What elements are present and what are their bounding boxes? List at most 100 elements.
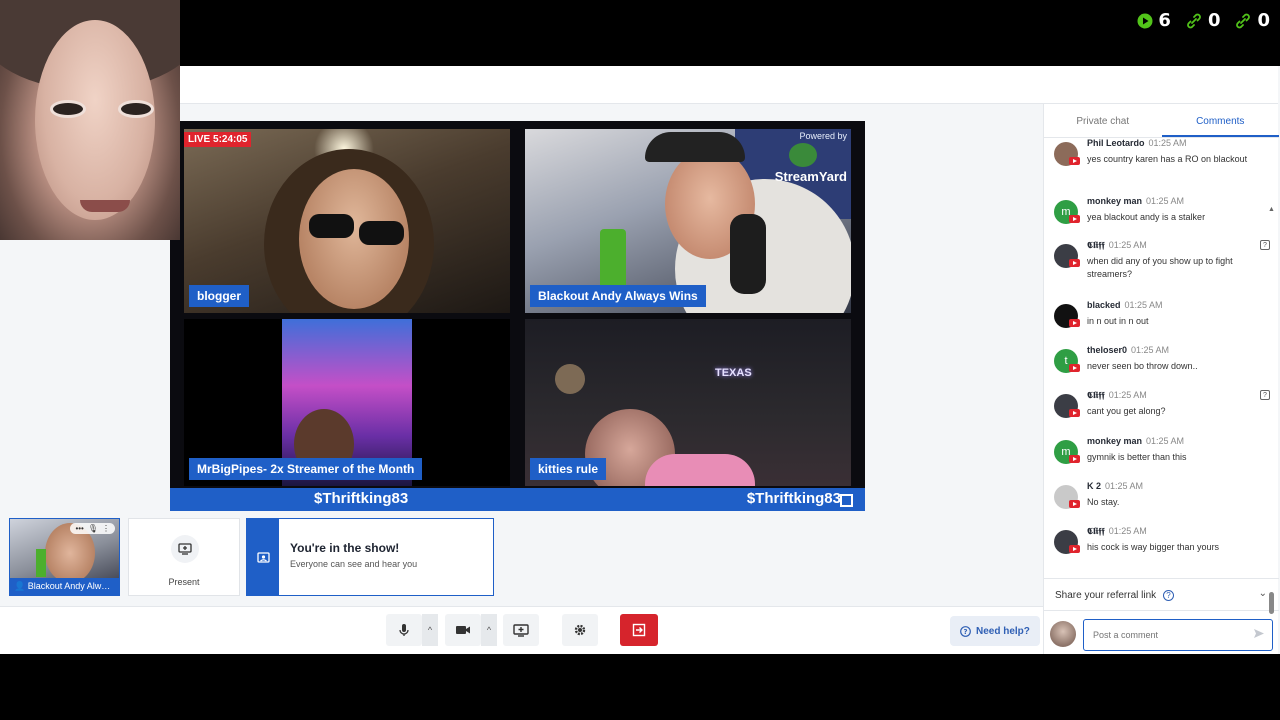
comment-message: No stay. — [1087, 497, 1120, 507]
exit-icon — [632, 623, 646, 637]
comment-meta: monkey man 01:25 AM — [1087, 436, 1184, 446]
comment-message: when did any of you show up to fight str… — [1087, 256, 1233, 279]
mute-button[interactable] — [386, 614, 422, 646]
sunglasses-left — [309, 214, 354, 238]
broadcast-canvas[interactable]: LIVE 5:24:05 blogger Blackout Andy Alway… — [170, 121, 865, 511]
comments-list[interactable]: Phil Leotardo 01:25 AM yes country karen h… — [1044, 138, 1279, 558]
stream-counters: 6 0 0 — [1137, 10, 1270, 31]
tile-name-label: MrBigPipes- 2x Streamer of the Month — [189, 458, 423, 480]
links-counter-1: 0 — [1185, 10, 1221, 31]
present-button[interactable]: Present — [128, 518, 240, 596]
camera-button[interactable] — [445, 614, 481, 646]
mic-icon[interactable]: 🎙 — [88, 524, 98, 533]
streamyard-duck-logo — [789, 143, 817, 167]
comment-message: gymnik is better than this — [1087, 452, 1187, 462]
comment-message: yea blackout andy is a stalker — [1087, 212, 1206, 222]
self-camera-thumbnail[interactable]: ••• 🎙 ⋮ 👤 Blackout Andy Always Wins — [9, 518, 120, 596]
video-tile-mrbigpipes[interactable]: MrBigPipes- 2x Streamer of the Month — [184, 319, 510, 486]
comment-message: never seen bo throw down.. — [1087, 361, 1198, 371]
video-camera-icon — [456, 626, 470, 634]
screen: 6 0 0 LIVE 5:24:05 blogger Blackout Andy… — [0, 0, 1280, 720]
facecam-overlay — [0, 0, 180, 240]
in-show-card: You're in the show! Everyone can see and… — [246, 518, 494, 596]
tile-name-label: kitties rule — [530, 458, 607, 480]
comment-author: 𝕮𝖑𝖎𝖋𝖋 — [1087, 526, 1105, 536]
chevron-down-icon[interactable]: ⌄ — [1259, 588, 1267, 599]
kebab-menu-icon[interactable]: ⋮ — [102, 524, 110, 533]
present-icon-wrap — [171, 535, 199, 563]
self-name-text: Blackout Andy Always Wins — [27, 581, 119, 591]
screen-share-icon — [178, 543, 192, 555]
comment-meta: Phil Leotardo 01:25 AM — [1087, 138, 1187, 148]
video-tile-kitties-rule[interactable]: TEXAS kitties rule — [525, 319, 851, 486]
screen-share-icon — [513, 623, 529, 637]
comment-author: theloser0 — [1087, 345, 1128, 355]
ticker-left-text: $Thriftking83 — [314, 490, 409, 507]
present-label: Present — [168, 577, 200, 587]
gear-icon — [574, 624, 586, 636]
video-tile-blogger[interactable]: blogger — [184, 129, 510, 313]
user-avatar — [1050, 621, 1076, 647]
post-comment-row — [1044, 610, 1279, 654]
chat-tabs: Private chat Comments — [1044, 104, 1279, 138]
settings-button[interactable] — [562, 614, 598, 646]
comment-time: 01:25 AM — [1146, 196, 1185, 206]
help-circle-icon[interactable]: ? — [1162, 590, 1174, 601]
fullscreen-icon[interactable] — [840, 494, 853, 507]
post-comment-input[interactable] — [1083, 619, 1273, 651]
brand-name: StreamYard — [774, 169, 847, 184]
lamp — [555, 364, 585, 394]
send-icon[interactable] — [1253, 628, 1265, 639]
youtube-icon — [1069, 319, 1080, 327]
youtube-icon — [1069, 215, 1080, 223]
referral-label: Share your referral link — [1055, 590, 1157, 601]
referral-row[interactable]: Share your referral link ? ⌄ — [1044, 578, 1279, 606]
play-icon — [1137, 13, 1153, 28]
powered-by-text: Powered by — [799, 131, 847, 141]
leave-studio-button[interactable] — [620, 614, 658, 646]
scroll-up-icon[interactable]: ▲ — [1268, 206, 1275, 213]
youtube-icon — [1069, 157, 1080, 165]
comment-author: blacked — [1087, 300, 1121, 310]
comment-time: 01:25 AM — [1108, 390, 1147, 400]
cap — [645, 132, 745, 162]
facecam-face — [35, 20, 155, 220]
youtube-icon — [1069, 259, 1080, 267]
tab-private-chat[interactable]: Private chat — [1044, 104, 1162, 137]
comment-author: 𝕮𝖑𝖎𝖋𝖋 — [1087, 390, 1105, 400]
comment-time: 01:25 AM — [1108, 240, 1147, 250]
comment-time: 01:25 AM — [1148, 138, 1187, 148]
links-count-2: 0 — [1257, 10, 1270, 31]
youtube-icon — [1069, 455, 1080, 463]
chevron-up-icon: ^ — [486, 625, 492, 635]
comment-meta: monkey man 01:25 AM — [1087, 196, 1184, 206]
microphone — [730, 214, 766, 294]
tab-comments[interactable]: Comments — [1161, 104, 1279, 137]
in-show-subtitle: Everyone can see and hear you — [290, 559, 418, 569]
mic-options-button[interactable]: ^ — [422, 614, 438, 646]
chat-side-panel: Private chat Comments Phil Leotardo 01:25… — [1043, 104, 1279, 654]
comment-message: yes country karen has a RO on blackout — [1087, 154, 1248, 164]
comment-meta: K 2 01:25 AM — [1087, 481, 1143, 491]
comments-scrollbar[interactable]: ▲ — [1268, 206, 1275, 626]
share-screen-button[interactable] — [503, 614, 539, 646]
links-count-1: 0 — [1207, 10, 1221, 31]
link-icon — [1187, 13, 1201, 28]
link-icon — [1236, 13, 1251, 28]
need-help-button[interactable]: ? Need help? — [950, 616, 1040, 646]
scrollbar-thumb[interactable] — [1269, 592, 1274, 614]
microphone-icon — [399, 624, 409, 636]
facecam-eye-left — [50, 100, 86, 118]
views-counter: 6 — [1137, 10, 1171, 31]
camera-options-button[interactable]: ^ — [481, 614, 497, 646]
facecam-mouth — [80, 200, 130, 212]
thumbnail-tools[interactable]: ••• 🎙 ⋮ — [70, 523, 115, 534]
person-icon: 👤 — [14, 581, 26, 591]
youtube-icon — [1069, 364, 1080, 372]
comment-message: in n out in n out — [1087, 316, 1149, 326]
in-show-stripe — [247, 519, 279, 595]
pink-shirt — [645, 454, 755, 486]
more-dots-icon[interactable]: ••• — [75, 524, 83, 533]
live-badge: LIVE 5:24:05 — [184, 132, 252, 147]
comment-author: monkey man — [1087, 196, 1143, 206]
